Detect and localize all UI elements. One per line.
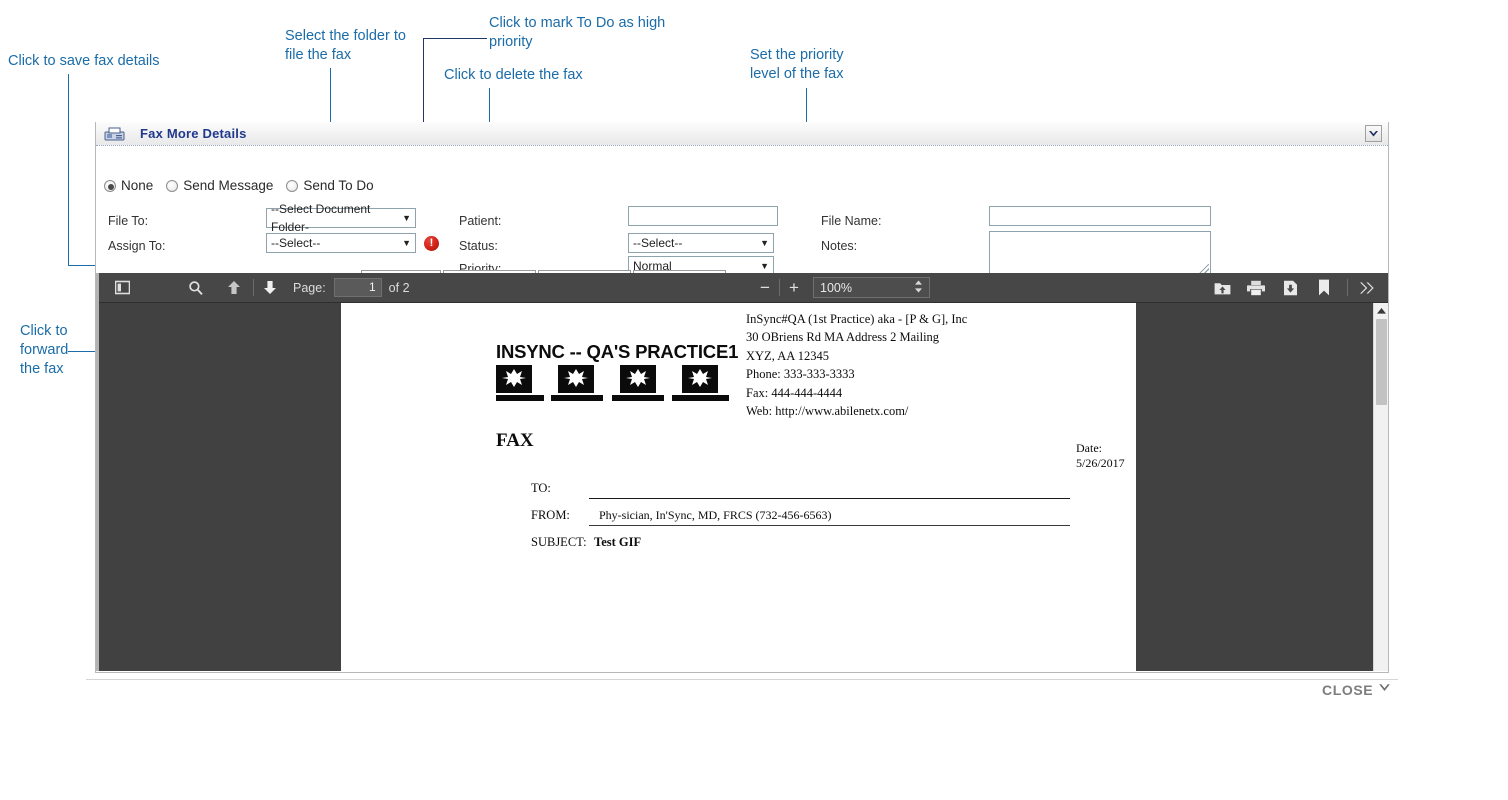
pdf-vertical-scrollbar[interactable]: [1373, 303, 1388, 671]
chevron-down-icon: ▼: [402, 213, 411, 223]
chevron-down-icon: ▼: [402, 238, 411, 248]
radio-none[interactable]: None: [104, 178, 153, 193]
updown-stepper-icon: [914, 280, 923, 296]
radio-send-to-do-label: Send To Do: [303, 178, 374, 193]
send-mode-radio-group: None Send Message Send To Do: [104, 178, 387, 193]
pdf-right-tools: [1209, 275, 1380, 301]
document-fax-heading: FAX: [496, 430, 534, 451]
fax-document-page: INSYNC -- QA'S PRACTICE1 InSync#QA (1st …: [341, 303, 1136, 671]
document-subject-value: Test GIF: [594, 535, 642, 549]
radio-send-message-label: Send Message: [183, 178, 274, 193]
sidebar-panel-icon[interactable]: [109, 275, 135, 301]
leader-todo-horizontal: [423, 38, 487, 39]
file-name-label: File Name:: [821, 214, 882, 228]
double-chevron-right-icon[interactable]: [1354, 275, 1380, 301]
radio-send-message[interactable]: Send Message: [166, 178, 273, 193]
annotation-folder: Select the folder to file the fax: [285, 28, 406, 63]
document-to-label: TO:: [531, 481, 551, 495]
fax-machine-icon: [104, 127, 126, 141]
scrollbar-thumb[interactable]: [1376, 319, 1387, 405]
arrow-up-icon[interactable]: [221, 275, 247, 301]
leader-save-vertical: [68, 74, 69, 266]
error-exclamation-icon: !: [424, 236, 439, 251]
radio-none-label: None: [121, 178, 154, 193]
file-to-select[interactable]: --Select Document Folder- ▼: [266, 202, 416, 234]
download-icon[interactable]: [1277, 275, 1303, 301]
document-from-label: FROM:: [531, 508, 570, 522]
file-to-value: --Select Document Folder-: [271, 202, 371, 234]
patient-input[interactable]: [628, 206, 778, 226]
file-name-input[interactable]: [989, 206, 1211, 226]
pdf-page-area: INSYNC -- QA'S PRACTICE1 InSync#QA (1st …: [99, 303, 1388, 671]
minus-icon[interactable]: −: [754, 278, 776, 298]
zoom-level-select[interactable]: 100%: [813, 277, 930, 298]
assign-to-label: Assign To:: [108, 239, 166, 253]
bookmark-icon[interactable]: [1311, 275, 1337, 301]
notes-textarea[interactable]: [989, 231, 1211, 276]
document-address-block: InSync#QA (1st Practice) aka - [P & G], …: [746, 312, 968, 419]
pdf-viewer: Page: 1 of 2 − + 100% INSYNC -- QA'S PRA…: [96, 273, 1388, 671]
zoom-controls: − + 100%: [754, 277, 930, 298]
search-icon[interactable]: [183, 275, 209, 301]
close-button[interactable]: CLOSE: [1322, 682, 1391, 698]
annotation-delete: Click to delete the fax: [444, 67, 583, 83]
pdf-toolbar: Page: 1 of 2 − + 100%: [99, 273, 1388, 303]
panel-title: Fax More Details: [140, 126, 247, 141]
scroll-up-arrow-icon[interactable]: [1374, 303, 1388, 318]
assign-to-select[interactable]: --Select-- ▼: [266, 233, 416, 253]
annotation-todo: Click to mark To Do as high priority: [489, 15, 666, 50]
document-from-value: Phy-sician, In'Sync, MD, FRCS (732-456-6…: [599, 508, 832, 522]
status-label: Status:: [459, 239, 498, 253]
printer-icon[interactable]: [1243, 275, 1269, 301]
toolbar-divider: [253, 279, 254, 296]
notes-label: Notes:: [821, 239, 858, 253]
plus-icon[interactable]: +: [783, 278, 805, 298]
radio-none-dot[interactable]: [104, 179, 116, 192]
status-value: --Select--: [633, 236, 683, 250]
annotation-forward: Click to forward the fax: [20, 323, 69, 377]
zoom-divider: [779, 279, 780, 296]
page-total-label: of 2: [388, 280, 410, 295]
radio-send-to-do[interactable]: Send To Do: [286, 178, 374, 193]
radio-send-to-do-dot[interactable]: [286, 179, 299, 192]
page-number-input[interactable]: 1: [333, 278, 382, 297]
open-file-icon[interactable]: [1209, 275, 1235, 301]
close-label: CLOSE: [1322, 682, 1374, 698]
document-subject-label: SUBJECT:: [531, 535, 587, 549]
barcode-image: [496, 365, 729, 406]
document-from-rule: [589, 525, 1070, 526]
annotation-save: Click to save fax details: [8, 53, 160, 69]
document-date: Date: 5/26/2017: [1076, 441, 1125, 470]
tools-divider: [1347, 279, 1348, 296]
file-to-label: File To:: [108, 214, 149, 228]
status-select[interactable]: --Select-- ▼: [628, 233, 774, 253]
patient-label: Patient:: [459, 214, 502, 228]
footer-divider: [86, 679, 1398, 680]
radio-send-message-dot[interactable]: [166, 179, 179, 192]
assign-to-value: --Select--: [271, 236, 321, 250]
arrow-down-icon[interactable]: [257, 275, 283, 301]
document-practice-name: INSYNC -- QA'S PRACTICE1: [496, 341, 739, 362]
panel-titlebar: Fax More Details: [96, 122, 1388, 146]
panel-collapse-button[interactable]: [1365, 125, 1382, 142]
zoom-level-value: 100%: [820, 280, 852, 295]
page-label: Page:: [293, 280, 326, 295]
chevron-down-icon: ▼: [760, 238, 769, 248]
fax-more-details-panel: Fax More Details None Send Message Send …: [95, 122, 1389, 673]
document-to-rule: [589, 498, 1070, 499]
annotation-priority: Set the priority level of the fax: [750, 47, 844, 82]
close-x-icon: [1378, 682, 1391, 698]
